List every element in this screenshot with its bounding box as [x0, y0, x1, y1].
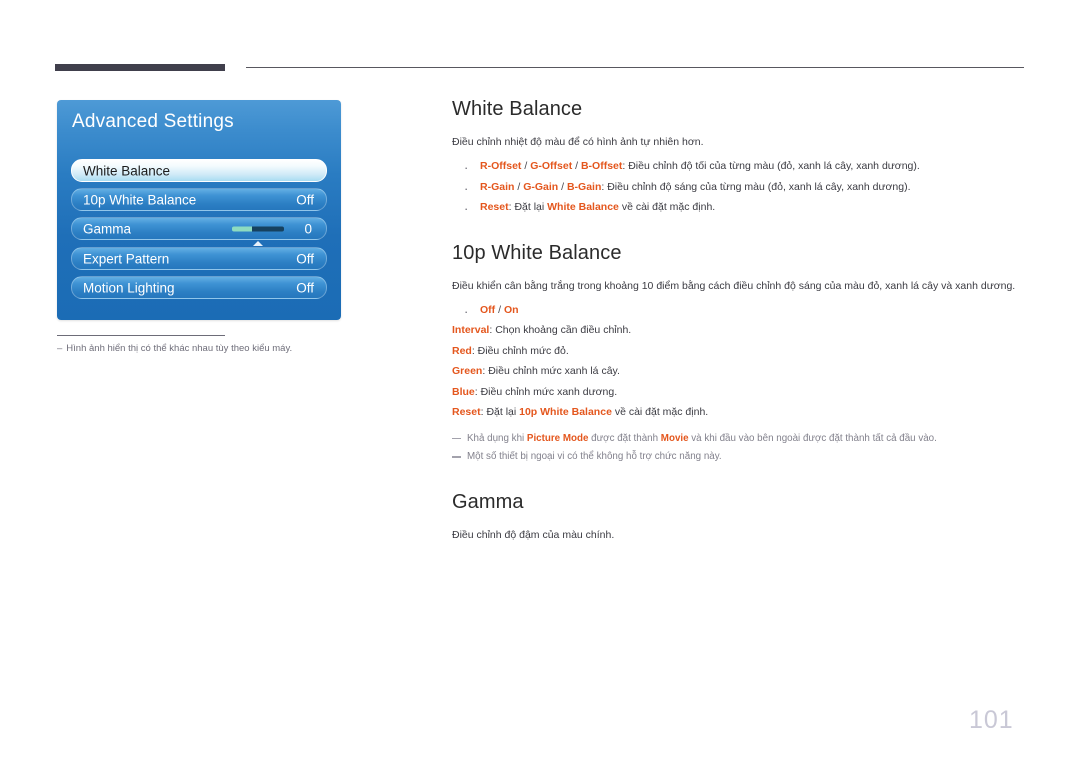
term-blue: Blue: [452, 385, 475, 398]
separator: /: [521, 160, 531, 173]
note-peripheral-support: Một số thiết bị ngoại vi có thể không hỗ…: [452, 448, 1027, 467]
list-item: R-Gain / G-Gain / B-Gain: Điều chỉnh độ …: [452, 176, 1027, 202]
separator: /: [514, 180, 524, 193]
list-item: Off / On: [452, 299, 1027, 325]
line-description: : Chọn khoảng cần điều chỉnh.: [489, 324, 632, 337]
osd-row-value: Off: [296, 192, 314, 207]
line-reset: Reset: Đặt lại 10p White Balance về cài …: [452, 402, 1027, 422]
note-dash: ‒: [57, 343, 63, 354]
term-picture-mode: Picture Mode: [526, 432, 589, 444]
term-r-offset: R-Offset: [480, 160, 522, 173]
term-red: Red: [452, 344, 472, 357]
section-title-10p-white-balance: 10p White Balance: [452, 241, 622, 264]
triangle-up-icon[interactable]: [253, 241, 263, 246]
separator: /: [572, 160, 581, 173]
bullet-description: : Điều chỉnh độ sáng của từng màu (đỏ, x…: [601, 180, 911, 193]
content-column: White Balance Điều chỉnh nhiệt độ màu để…: [452, 98, 1027, 549]
section-title-white-balance: White Balance: [452, 98, 583, 120]
note-mid: được đặt thành: [588, 432, 661, 444]
osd-row-expert-pattern[interactable]: Expert Pattern Off: [71, 247, 327, 270]
osd-row-10p-white-balance[interactable]: 10p White Balance Off: [71, 188, 327, 211]
osd-row-label: Expert Pattern: [83, 251, 170, 266]
term-reset: Reset: [480, 201, 509, 214]
line-description: : Đặt lại: [480, 406, 520, 419]
osd-row-motion-lighting[interactable]: Motion Lighting Off: [71, 276, 327, 299]
bullet-description: : Đặt lại: [508, 201, 548, 214]
note-picture-mode: Khả dụng khi Picture Mode được đặt thành…: [452, 430, 1027, 449]
osd-row-label: Gamma: [83, 221, 132, 236]
section-10p-white-balance: 10p White Balance Điều khiển cân bằng tr…: [452, 242, 1027, 467]
osd-row-label: 10p White Balance: [83, 192, 197, 207]
osd-row-value: 0: [304, 221, 312, 236]
note-text: Hình ảnh hiển thị có thể khác nhau tùy t…: [66, 343, 293, 354]
line-blue: Blue: Điều chỉnh mức xanh dương.: [452, 382, 1027, 402]
line-description: : Điều chỉnh mức xanh lá cây.: [482, 365, 620, 378]
section-title-gamma: Gamma: [452, 490, 524, 513]
header-rule-thin: [246, 67, 1024, 68]
separator: /: [558, 180, 567, 193]
bullet-description-tail: về cài đặt mặc định.: [618, 201, 716, 214]
line-description-tail: về cài đặt mặc định.: [611, 406, 709, 419]
term-on: On: [503, 303, 519, 316]
term-10p-white-balance: 10p White Balance: [519, 406, 612, 419]
term-interval: Interval: [452, 324, 490, 337]
osd-row-label: Motion Lighting: [83, 280, 175, 295]
osd-row-white-balance[interactable]: White Balance: [71, 159, 327, 182]
term-b-offset: B-Offset: [580, 160, 623, 173]
list-item: R-Offset / G-Offset / B-Offset: Điều chỉ…: [452, 155, 1027, 181]
line-description: : Điều chỉnh mức đỏ.: [471, 344, 569, 357]
panel-note: ‒ Hình ảnh hiển thị có thể khác nhau tùy …: [57, 343, 387, 354]
osd-menu-panel: Advanced Settings White Balance 10p Whit…: [57, 100, 341, 320]
term-b-gain: B-Gain: [566, 180, 602, 193]
onoff-bullet-list: Off / On: [452, 299, 1027, 325]
term-off: Off: [480, 303, 496, 316]
note-prefix: Một số thiết bị ngoại vi có thể không hỗ…: [467, 451, 722, 463]
osd-row-value: Off: [296, 280, 314, 295]
gamma-slider-track: [251, 226, 284, 231]
term-g-gain: G-Gain: [523, 180, 559, 193]
note-suffix: và khi đầu vào bên ngoài được đặt thành …: [688, 432, 937, 444]
section-gamma: Gamma Điều chỉnh độ đậm của màu chính.: [452, 491, 1027, 543]
osd-row-label: White Balance: [83, 163, 171, 178]
gamma-slider[interactable]: [232, 226, 284, 231]
note-prefix: Khả dụng khi: [467, 432, 527, 444]
line-red: Red: Điều chỉnh mức đỏ.: [452, 341, 1027, 361]
header-rule-thick: [55, 64, 225, 71]
term-reset: Reset: [452, 406, 481, 419]
bullet-description: : Điều chỉnh độ tối của từng màu (đỏ, xa…: [622, 160, 920, 173]
list-item: Reset: Đặt lại White Balance về cài đặt …: [452, 196, 1027, 222]
section-lead-white-balance: Điều chỉnh nhiệt độ màu để có hình ảnh t…: [452, 136, 704, 148]
line-interval: Interval: Chọn khoảng cần điều chỉnh.: [452, 320, 1027, 340]
section-white-balance: White Balance Điều chỉnh nhiệt độ màu để…: [452, 98, 1027, 222]
panel-note-divider: [57, 335, 225, 336]
osd-panel-title: Advanced Settings: [72, 111, 234, 132]
term-movie: Movie: [660, 432, 689, 444]
section-lead-10p-white-balance: Điều khiển cân bằng trắng trong khoảng 1…: [452, 279, 1016, 292]
term-g-offset: G-Offset: [530, 160, 573, 173]
page-number: 101: [969, 706, 1014, 734]
line-green: Green: Điều chỉnh mức xanh lá cây.: [452, 361, 1027, 381]
line-description: : Điều chỉnh mức xanh dương.: [474, 385, 618, 398]
osd-row-value: Off: [296, 251, 314, 266]
white-balance-bullet-list: R-Offset / G-Offset / B-Offset: Điều chỉ…: [452, 155, 1027, 222]
gamma-slider-fill: [232, 226, 252, 231]
term-white-balance: White Balance: [547, 201, 619, 214]
separator: /: [495, 303, 504, 316]
term-green: Green: [452, 365, 483, 378]
term-r-gain: R-Gain: [480, 180, 515, 193]
section-lead-gamma: Điều chỉnh độ đậm của màu chính.: [452, 528, 615, 541]
osd-row-gamma[interactable]: Gamma 0: [71, 217, 327, 240]
